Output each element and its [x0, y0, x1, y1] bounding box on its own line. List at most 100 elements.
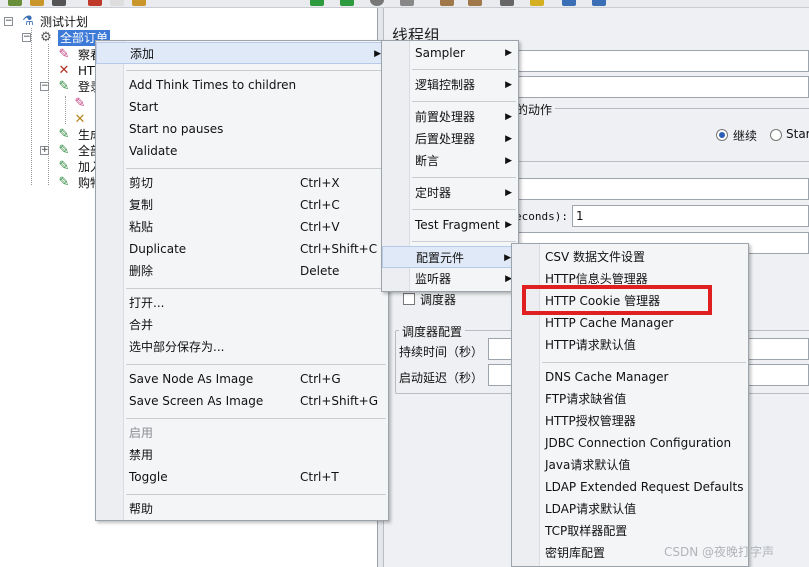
menu-item-label: LDAP Extended Request Defaults: [545, 480, 744, 494]
paste-icon[interactable]: [132, 0, 146, 6]
menu-item-label: 配置元件: [416, 251, 465, 265]
menu-item-label: HTTP授权管理器: [545, 414, 636, 428]
menu-item-label: 后置处理器: [415, 132, 476, 146]
start-no-pauses-icon[interactable]: [340, 0, 354, 6]
menu-item-start-no-pauses[interactable]: Start no pauses: [96, 118, 388, 140]
menu-item-ftp-request-defaults[interactable]: FTP请求缺省值: [512, 388, 748, 410]
pipette-icon: ✎: [74, 96, 86, 111]
expand-toggle-icon[interactable]: +: [40, 146, 49, 155]
watermark: CSDN @夜晚打字声: [664, 545, 775, 559]
menu-item-save-selection-as[interactable]: 选中部分保存为...: [96, 336, 388, 358]
menu-item-copy[interactable]: 复制 Ctrl+C: [96, 194, 388, 216]
menu-item-label: 启用: [129, 426, 154, 440]
menu-item-jdbc-connection-configuration[interactable]: JDBC Connection Configuration: [512, 432, 748, 454]
menu-item-label: 断言: [415, 154, 440, 168]
tree-guide-line: [48, 44, 49, 185]
menu-item-http-cache-manager[interactable]: HTTP Cache Manager: [512, 312, 748, 334]
thread-group-gear-icon: ⚙: [40, 30, 52, 45]
thread-count-field[interactable]: [515, 178, 809, 200]
pipette-icon: ✎: [58, 159, 70, 174]
open-icon[interactable]: [30, 0, 44, 6]
save-icon[interactable]: [52, 0, 66, 6]
submenu-arrow-icon: ▶: [504, 253, 511, 263]
menu-item-label: Sampler: [415, 46, 465, 60]
menu-item-csv-data-set[interactable]: CSV 数据文件设置: [512, 246, 748, 268]
collapse-toggle-icon[interactable]: −: [22, 33, 31, 42]
start-icon[interactable]: [310, 0, 324, 6]
test-plan-icon: ⚗: [22, 14, 34, 29]
menu-item-http-request-defaults[interactable]: HTTP请求默认值: [512, 334, 748, 356]
menu-item-label: 帮助: [129, 502, 154, 516]
submenu-arrow-icon: ▶: [505, 48, 512, 58]
ramp-up-value: 1: [576, 209, 584, 223]
menu-item-delete[interactable]: 删除 Delete: [96, 260, 388, 282]
menu-item-label: 删除: [129, 264, 154, 278]
menu-item-pre-processor[interactable]: 前置处理器 ▶: [382, 106, 518, 128]
reset-search-icon[interactable]: [530, 0, 544, 6]
start-next-loop-radio-label: Star: [786, 127, 809, 141]
menu-item-save-screen-as-image[interactable]: Save Screen As Image Ctrl+Shift+G: [96, 390, 388, 412]
clear-all-icon[interactable]: [468, 0, 482, 6]
menu-item-enable: 启用: [96, 422, 388, 444]
menu-item-logic-controller[interactable]: 逻辑控制器 ▶: [382, 74, 518, 96]
search-icon[interactable]: [500, 0, 514, 6]
collapse-toggle-icon[interactable]: −: [4, 17, 13, 26]
menu-item-label: Start no pauses: [129, 122, 224, 136]
menu-item-http-authorization-manager[interactable]: HTTP授权管理器: [512, 410, 748, 432]
menu-item-open[interactable]: 打开...: [96, 292, 388, 314]
menu-item-merge[interactable]: 合并: [96, 314, 388, 336]
menu-item-label: Toggle: [129, 470, 168, 484]
pipette-icon: ✎: [58, 127, 70, 142]
menu-item-java-request-defaults[interactable]: Java请求默认值: [512, 454, 748, 476]
menu-item-post-processor[interactable]: 后置处理器 ▶: [382, 128, 518, 150]
scheduler-config-legend: 调度器配置: [399, 323, 466, 340]
help-icon[interactable]: [592, 0, 606, 6]
menu-item-assertion[interactable]: 断言 ▶: [382, 150, 518, 172]
menu-item-sampler[interactable]: Sampler ▶: [382, 42, 518, 64]
menu-item-ldap-extended-request-defaults[interactable]: LDAP Extended Request Defaults: [512, 476, 748, 498]
menu-item-shortcut: Ctrl+X: [300, 176, 340, 190]
continue-radio[interactable]: [716, 129, 728, 141]
menu-item-label: 禁用: [129, 448, 154, 462]
add-submenu: Sampler ▶ 逻辑控制器 ▶ 前置处理器 ▶ 后置处理器 ▶ 断言 ▶ 定时器 ▶ T…: [381, 40, 519, 292]
menu-item-ldap-request-defaults[interactable]: LDAP请求默认值: [512, 498, 748, 520]
copy-icon[interactable]: [110, 0, 124, 6]
menu-item-config-element[interactable]: 配置元件 ▶: [382, 246, 518, 268]
menu-separator: [126, 168, 386, 169]
menu-item-label: 密钥库配置: [545, 546, 606, 560]
cut-icon[interactable]: [88, 0, 102, 6]
menu-item-label: Validate: [129, 144, 178, 158]
collapse-toggle-icon[interactable]: −: [40, 82, 49, 91]
menu-item-paste[interactable]: 粘贴 Ctrl+V: [96, 216, 388, 238]
menu-item-cut[interactable]: 剪切 Ctrl+X: [96, 172, 388, 194]
menu-item-add[interactable]: 添加 ▶: [96, 42, 388, 64]
menu-item-label: 剪切: [129, 176, 154, 190]
ramp-up-field[interactable]: 1: [572, 205, 809, 227]
menu-item-help[interactable]: 帮助: [96, 498, 388, 520]
menu-item-label: Java请求默认值: [545, 458, 631, 472]
menu-item-test-fragment[interactable]: Test Fragment ▶: [382, 214, 518, 236]
menu-item-tcp-sampler-config[interactable]: TCP取样器配置: [512, 520, 748, 542]
menu-item-timer[interactable]: 定时器 ▶: [382, 182, 518, 204]
start-next-loop-radio[interactable]: [770, 129, 782, 141]
context-menu: 添加 ▶ Add Think Times to children Start S…: [95, 40, 389, 521]
submenu-arrow-icon: ▶: [505, 112, 512, 122]
menu-item-dns-cache-manager[interactable]: DNS Cache Manager: [512, 366, 748, 388]
new-icon[interactable]: [8, 0, 22, 6]
menu-item-validate[interactable]: Validate: [96, 140, 388, 162]
shutdown-icon[interactable]: [400, 0, 414, 6]
menu-item-shortcut: Ctrl+V: [300, 220, 340, 234]
menu-item-save-node-as-image[interactable]: Save Node As Image Ctrl+G: [96, 368, 388, 390]
menu-item-add-think-times[interactable]: Add Think Times to children: [96, 74, 388, 96]
menu-item-label: 定时器: [415, 186, 452, 200]
menu-item-start[interactable]: Start: [96, 96, 388, 118]
scheduler-checkbox[interactable]: [403, 293, 415, 305]
function-helper-icon[interactable]: [562, 0, 576, 6]
stop-icon[interactable]: [370, 0, 384, 6]
clear-icon[interactable]: [440, 0, 454, 6]
menu-item-duplicate[interactable]: Duplicate Ctrl+Shift+C: [96, 238, 388, 260]
menu-item-listener[interactable]: 监听器 ▶: [382, 268, 518, 290]
menu-separator: [126, 494, 386, 495]
menu-item-toggle[interactable]: Toggle Ctrl+T: [96, 466, 388, 488]
menu-item-disable[interactable]: 禁用: [96, 444, 388, 466]
